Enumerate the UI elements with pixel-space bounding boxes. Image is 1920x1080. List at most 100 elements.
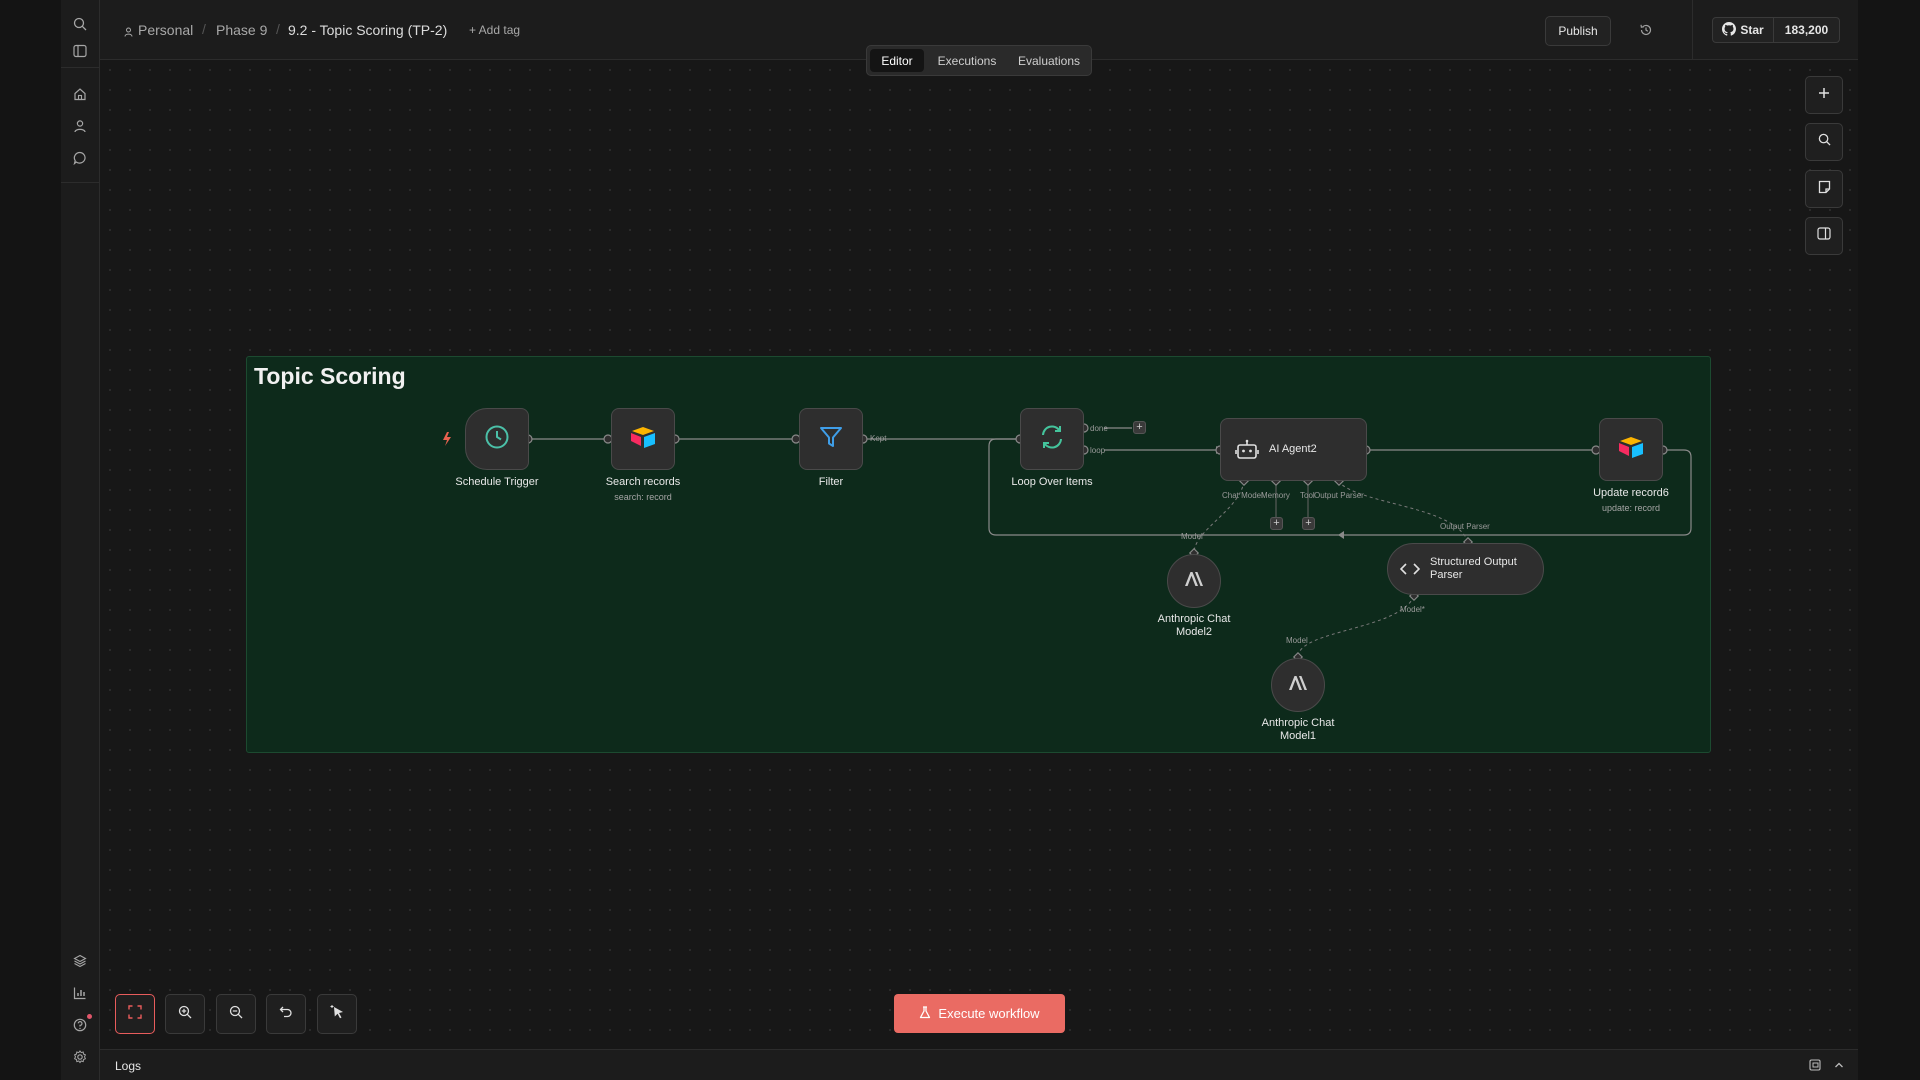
node-label: Anthropic Chat Model2 <box>1157 613 1231 638</box>
tab-executions[interactable]: Executions <box>927 49 1007 72</box>
add-memory-plus-button[interactable]: + <box>1270 517 1283 530</box>
chevron-up-icon[interactable] <box>1832 1058 1846 1072</box>
node-ai-agent[interactable]: AI Agent2 <box>1220 418 1367 481</box>
add-node-plus-button[interactable]: + <box>1133 421 1146 434</box>
left-margin <box>0 0 61 1080</box>
fit-view-icon <box>128 1004 142 1024</box>
zoom-out-icon <box>229 1005 243 1024</box>
node-anthropic-chat-model1[interactable] <box>1271 658 1325 712</box>
port-label-model-required: Model* <box>1400 605 1425 614</box>
undo-icon <box>279 1005 293 1024</box>
popout-window-icon[interactable] <box>1808 1058 1822 1072</box>
node-schedule-trigger[interactable] <box>465 408 529 470</box>
toggle-panel-button[interactable] <box>1805 217 1843 255</box>
github-icon <box>1722 21 1737 39</box>
note-icon <box>1818 180 1831 199</box>
breadcrumb-separator: / <box>202 21 206 37</box>
sticky-note-button[interactable] <box>1805 170 1843 208</box>
github-star-count: 183,200 <box>1784 23 1829 37</box>
node-label: AI Agent2 <box>1269 443 1317 455</box>
execute-workflow-label: Execute workflow <box>938 1006 1040 1021</box>
templates-icon[interactable] <box>70 951 90 971</box>
port-label-model-in: Model <box>1286 636 1308 645</box>
github-star-button[interactable]: Star 183,200 <box>1712 17 1840 43</box>
breadcrumb-separator: / <box>276 21 280 37</box>
port-label-chat-model: Chat Model <box>1222 491 1263 500</box>
add-tool-plus-button[interactable]: + <box>1302 517 1315 530</box>
add-node-button[interactable] <box>1805 76 1843 114</box>
publish-button[interactable]: Publish <box>1545 16 1611 46</box>
tab-evaluations[interactable]: Evaluations <box>1009 49 1089 72</box>
node-filter[interactable] <box>799 408 863 470</box>
node-loop-over-items[interactable] <box>1020 408 1084 470</box>
node-subtitle: update: record <box>1601 503 1661 513</box>
tidy-up-button[interactable] <box>317 994 357 1034</box>
tab-editor[interactable]: Editor <box>870 49 924 72</box>
airtable-icon <box>1617 435 1645 464</box>
wand-cursor-icon <box>330 1004 345 1024</box>
zoom-in-button[interactable] <box>165 994 205 1034</box>
history-icon[interactable] <box>1635 19 1657 41</box>
chat-icon[interactable] <box>70 148 90 168</box>
filter-icon <box>818 424 844 455</box>
sidebar-toggle-icon[interactable] <box>70 41 90 61</box>
home-icon[interactable] <box>70 84 90 104</box>
airtable-icon <box>629 425 657 454</box>
robot-icon <box>1235 439 1259 461</box>
node-structured-output-parser[interactable]: Structured Output Parser <box>1387 543 1544 595</box>
add-tag-button[interactable]: + Add tag <box>469 23 520 37</box>
plus-icon <box>1818 86 1830 104</box>
node-label: Structured Output Parser <box>1430 556 1517 581</box>
node-search-records[interactable] <box>611 408 675 470</box>
node-label: Schedule Trigger <box>455 476 539 488</box>
edge-label-loop: loop <box>1090 446 1106 455</box>
edge-label-done: done <box>1090 424 1108 433</box>
edge-label-kept: Kept <box>870 434 887 443</box>
node-anthropic-chat-model2[interactable] <box>1167 554 1221 608</box>
search-nodes-button[interactable] <box>1805 123 1843 161</box>
zoom-in-icon <box>178 1005 192 1024</box>
node-subtitle: search: record <box>614 492 672 502</box>
settings-gear-icon[interactable] <box>70 1047 90 1067</box>
view-tabs: Editor Executions Evaluations <box>866 45 1092 76</box>
github-star-label: Star <box>1740 23 1764 37</box>
search-icon[interactable] <box>70 14 90 34</box>
workflow-canvas[interactable]: Topic Scoring Schedule Trigger Search re… <box>100 60 1858 1049</box>
node-label: Update record6 <box>1593 487 1669 499</box>
flask-icon <box>919 1005 931 1022</box>
left-sidebar <box>61 0 100 1080</box>
panel-icon <box>1817 227 1831 245</box>
port-label-tool: Tool <box>1300 491 1315 500</box>
workflow-name[interactable]: 9.2 - Topic Scoring (TP-2) <box>288 22 447 38</box>
port-label-output-parser-in: Output Parser <box>1440 522 1490 531</box>
undo-button[interactable] <box>266 994 306 1034</box>
node-label: Loop Over Items <box>1011 476 1093 488</box>
sticky-note-title: Topic Scoring <box>254 363 406 389</box>
logs-panel-bar[interactable]: Logs <box>100 1049 1858 1080</box>
breadcrumb-folder[interactable]: Phase 9 <box>216 22 267 38</box>
code-icon <box>1400 562 1420 576</box>
user-icon[interactable] <box>70 116 90 136</box>
anthropic-icon <box>1183 571 1205 592</box>
right-margin <box>1858 0 1920 1080</box>
logs-title: Logs <box>115 1059 142 1073</box>
node-label: Filter <box>818 476 844 488</box>
notification-dot <box>87 1014 92 1019</box>
fit-view-button[interactable] <box>115 994 155 1034</box>
refresh-icon <box>1038 423 1066 456</box>
clock-icon <box>484 424 510 455</box>
port-label-output-parser: Output Parser <box>1314 491 1364 500</box>
header-divider <box>1692 0 1693 60</box>
search-icon <box>1818 133 1831 151</box>
insights-chart-icon[interactable] <box>70 983 90 1003</box>
breadcrumb-owner[interactable]: Personal <box>138 22 193 38</box>
port-label-memory: Memory <box>1261 491 1290 500</box>
node-label: Anthropic Chat Model1 <box>1261 717 1335 742</box>
zoom-out-button[interactable] <box>216 994 256 1034</box>
port-label-model: Model <box>1181 532 1203 541</box>
node-update-record[interactable] <box>1599 418 1663 481</box>
node-label: Search records <box>605 476 681 488</box>
execute-workflow-button[interactable]: Execute workflow <box>894 994 1065 1033</box>
anthropic-icon <box>1287 675 1309 696</box>
person-icon <box>124 24 133 42</box>
